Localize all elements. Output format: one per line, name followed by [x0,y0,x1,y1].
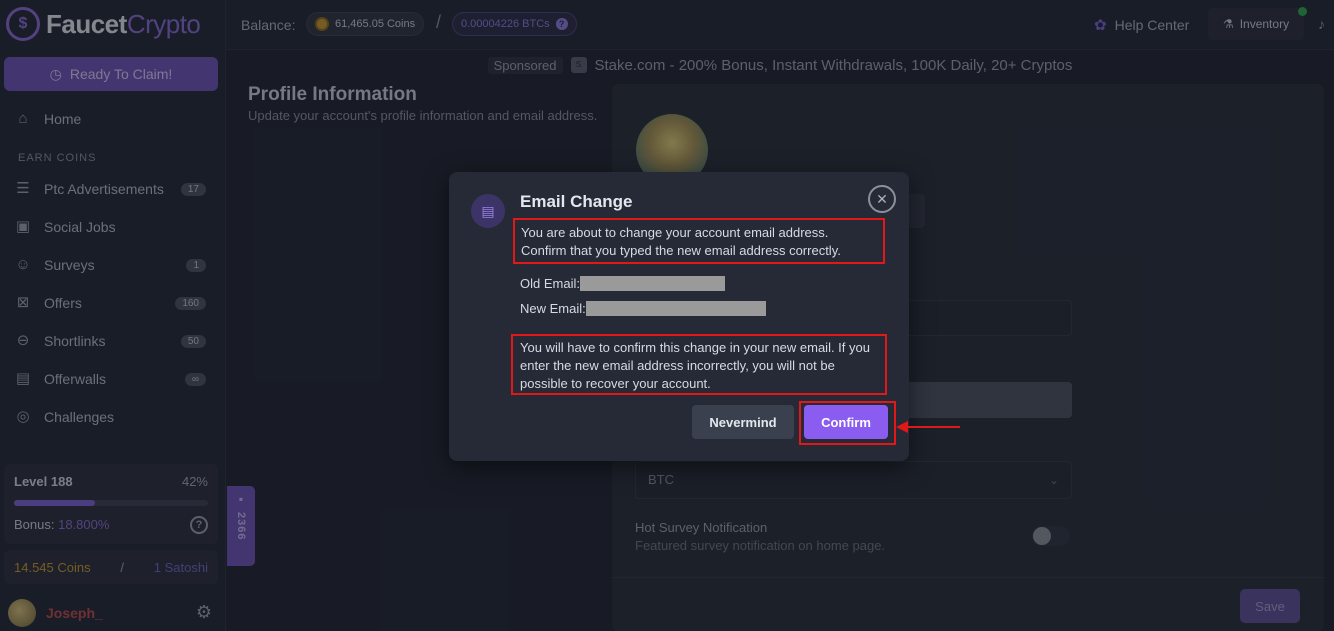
warning-message-2: You will have to confirm this change in … [511,334,887,395]
close-icon: ✕ [876,191,888,207]
new-email-redacted [585,301,766,316]
nevermind-button[interactable]: Nevermind [692,405,794,439]
confirm-button[interactable]: Confirm [804,405,888,439]
email-change-modal: ▤ Email Change ✕ You are about to change… [449,172,909,461]
message-icon: ▤ [471,194,505,228]
annotation-arrow-line [906,426,960,428]
old-email-label: Old Email: [520,276,580,291]
new-email-row: New Email: [520,301,766,316]
old-email-row: Old Email: [520,276,725,291]
new-email-label: New Email: [520,301,586,316]
annotation-arrow-head [896,421,908,433]
modal-title: Email Change [520,192,633,211]
close-button[interactable]: ✕ [868,185,896,213]
warning-message-1: You are about to change your account ema… [513,218,885,264]
old-email-redacted [579,276,725,291]
